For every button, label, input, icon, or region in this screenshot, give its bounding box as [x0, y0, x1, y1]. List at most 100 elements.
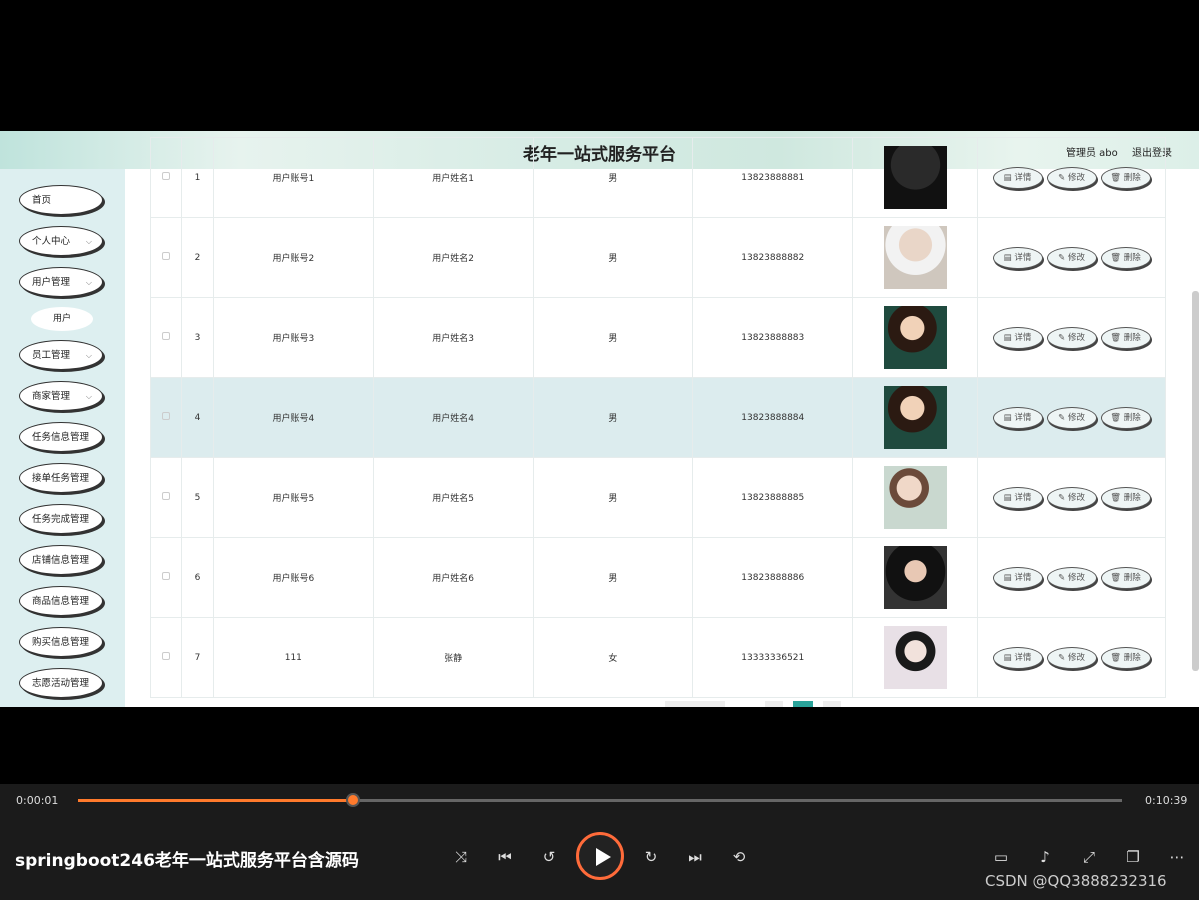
sidebar-item-10[interactable]: 购买信息管理: [19, 627, 103, 657]
row-index: 4: [180, 377, 214, 458]
row-checkbox[interactable]: [161, 252, 170, 260]
delete-button[interactable]: 🗑 删除: [1100, 486, 1151, 509]
sidebar-item-3[interactable]: 员工管理 ⌵: [19, 340, 103, 370]
sidebar-item-label: 用户管理: [32, 277, 71, 288]
row-checkbox[interactable]: [161, 572, 170, 580]
sidebar-item-label: 商品信息管理: [32, 596, 90, 607]
detail-button[interactable]: ▤ 详情: [992, 566, 1043, 589]
user-name: 用户姓名1: [372, 137, 534, 218]
page-next[interactable]: [823, 701, 841, 707]
table-row[interactable]: 1 用户账号1 用户姓名1 男 13823888881 ▤ 详情 ✎ 修改 🗑 删除: [150, 137, 1166, 218]
next-icon[interactable]: ⏭: [684, 846, 706, 868]
forward-30-icon[interactable]: ↻: [640, 846, 662, 868]
detail-button[interactable]: ▤ 详情: [992, 646, 1043, 669]
user-phone: 13823888885: [692, 457, 854, 538]
current-time: 0:00:01: [16, 794, 59, 807]
table-row[interactable]: 2 用户账号2 用户姓名2 男 13823888882 ▤ 详情 ✎ 修改 🗑 删除: [150, 217, 1166, 298]
fullscreen-icon[interactable]: ⤢: [1078, 846, 1100, 868]
user-name: 张静: [372, 617, 534, 698]
row-checkbox[interactable]: [161, 332, 170, 340]
user-gender: 男: [532, 377, 694, 458]
delete-button[interactable]: 🗑 删除: [1100, 326, 1151, 349]
sidebar-item-1[interactable]: 个人中心 ⌵: [19, 226, 103, 256]
detail-button[interactable]: ▤ 详情: [992, 326, 1043, 349]
row-checkbox[interactable]: [161, 492, 170, 500]
sidebar-item-2[interactable]: 用户管理 ⌵: [19, 267, 103, 297]
edit-button[interactable]: ✎ 修改: [1046, 566, 1097, 589]
previous-icon[interactable]: ⏮: [494, 846, 516, 868]
seek-knob[interactable]: [345, 793, 360, 807]
user-name: 用户姓名6: [372, 537, 534, 618]
page-current[interactable]: [793, 701, 813, 707]
row-index: 3: [180, 297, 214, 378]
detail-button[interactable]: ▤ 详情: [992, 486, 1043, 509]
sidebar-item-9[interactable]: 商品信息管理: [19, 586, 103, 616]
user-photo: [883, 306, 947, 369]
subtitles-icon[interactable]: ▭: [990, 846, 1012, 868]
video-player-controls: 0:00:01 0:10:39 springboot246老年一站式服务平台含源…: [0, 784, 1199, 900]
more-icon[interactable]: ⋯: [1166, 846, 1188, 868]
sidebar-item-label: 个人中心: [32, 236, 71, 247]
user-account: 111: [212, 617, 374, 698]
detail-button[interactable]: ▤ 详情: [992, 166, 1043, 189]
page-size-select[interactable]: [665, 701, 725, 707]
page-prev[interactable]: [765, 701, 783, 707]
delete-button[interactable]: 🗑 删除: [1100, 406, 1151, 429]
edit-button[interactable]: ✎ 修改: [1046, 166, 1097, 189]
table-row[interactable]: 3 用户账号3 用户姓名3 男 13823888883 ▤ 详情 ✎ 修改 🗑 删除: [150, 297, 1166, 378]
app-window: 老年一站式服务平台 管理员 abo 退出登录 首页 个人中心 ⌵ 用户管理 ⌵ 员工管理 ⌵…: [0, 131, 1199, 707]
volume-icon[interactable]: ♪: [1034, 846, 1056, 868]
table-row[interactable]: 4 用户账号4 用户姓名4 男 13823888884 ▤ 详情 ✎ 修改 🗑 删除: [150, 377, 1166, 458]
row-index: 1: [180, 137, 214, 218]
sidebar-item-4[interactable]: 商家管理 ⌵: [19, 381, 103, 411]
seek-bar[interactable]: [78, 793, 1122, 807]
scrollbar[interactable]: [1192, 291, 1199, 671]
user-account: 用户账号2: [212, 217, 374, 298]
edit-button[interactable]: ✎ 修改: [1046, 646, 1097, 669]
user-account: 用户账号6: [212, 537, 374, 618]
play-button[interactable]: [576, 832, 624, 880]
user-gender: 男: [532, 537, 694, 618]
row-index: 5: [180, 457, 214, 538]
sidebar-item-0[interactable]: 首页: [19, 185, 103, 215]
row-checkbox[interactable]: [161, 412, 170, 420]
sidebar-item-label: 接单任务管理: [32, 473, 90, 484]
edit-button[interactable]: ✎ 修改: [1046, 246, 1097, 269]
user-table: 1 用户账号1 用户姓名1 男 13823888881 ▤ 详情 ✎ 修改 🗑 删除 2 用户账号…: [150, 137, 1166, 698]
row-checkbox[interactable]: [161, 652, 170, 660]
row-checkbox[interactable]: [161, 172, 170, 180]
table-row[interactable]: 6 用户账号6 用户姓名6 男 13823888886 ▤ 详情 ✎ 修改 🗑 删除: [150, 537, 1166, 618]
shuffle-icon[interactable]: ⤨: [450, 846, 472, 868]
delete-button[interactable]: 🗑 删除: [1100, 246, 1151, 269]
user-phone: 13823888882: [692, 217, 854, 298]
sidebar-item-label: 志愿活动管理: [32, 678, 90, 689]
edit-button[interactable]: ✎ 修改: [1046, 326, 1097, 349]
chevron-down-icon: ⌵: [85, 237, 92, 246]
chevron-down-icon: ⌵: [85, 392, 92, 401]
mini-player-icon[interactable]: ❐: [1122, 846, 1144, 868]
delete-button[interactable]: 🗑 删除: [1100, 566, 1151, 589]
sidebar-item-label: 任务信息管理: [32, 432, 90, 443]
rewind-10-icon[interactable]: ↺: [538, 846, 560, 868]
sidebar-item-label: 员工管理: [32, 350, 71, 361]
edit-button[interactable]: ✎ 修改: [1046, 406, 1097, 429]
sidebar-item-5[interactable]: 任务信息管理: [19, 422, 103, 452]
edit-button[interactable]: ✎ 修改: [1046, 486, 1097, 509]
delete-button[interactable]: 🗑 删除: [1100, 646, 1151, 669]
user-name: 用户姓名4: [372, 377, 534, 458]
detail-button[interactable]: ▤ 详情: [992, 246, 1043, 269]
user-account: 用户账号4: [212, 377, 374, 458]
sidebar-item-8[interactable]: 店铺信息管理: [19, 545, 103, 575]
repeat-icon[interactable]: ⟲: [728, 846, 750, 868]
sidebar-subitem-user[interactable]: 用户: [31, 307, 93, 331]
table-row[interactable]: 5 用户账号5 用户姓名5 男 13823888885 ▤ 详情 ✎ 修改 🗑 删除: [150, 457, 1166, 538]
sidebar-item-7[interactable]: 任务完成管理: [19, 504, 103, 534]
user-account: 用户账号1: [212, 137, 374, 218]
sidebar-item-11[interactable]: 志愿活动管理: [19, 668, 103, 698]
detail-button[interactable]: ▤ 详情: [992, 406, 1043, 429]
sidebar-item-6[interactable]: 接单任务管理: [19, 463, 103, 493]
delete-button[interactable]: 🗑 删除: [1100, 166, 1151, 189]
user-photo: [883, 466, 947, 529]
table-row[interactable]: 7 111 张静女 13333336521 ▤ 详情 ✎ 修改 🗑 删除: [150, 617, 1166, 698]
user-account: 用户账号3: [212, 297, 374, 378]
